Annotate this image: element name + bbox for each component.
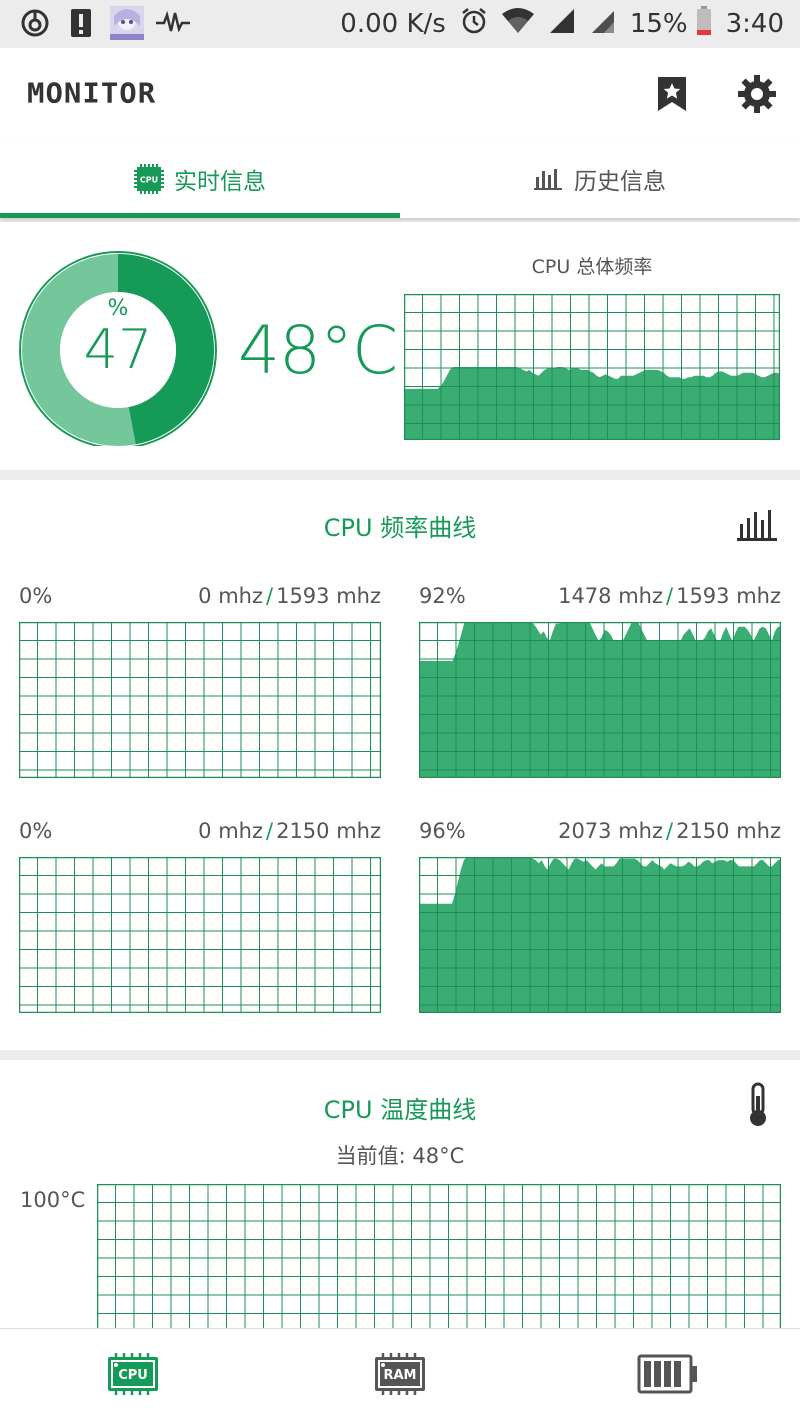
- core-max: 1593 mhz: [276, 584, 381, 608]
- chart-frame: [19, 622, 381, 778]
- temp-card: CPU 温度曲线 当前值: 48°C 100°C: [0, 1060, 800, 1330]
- separator: /: [266, 819, 274, 843]
- net-speed: 0.00 K/s: [340, 9, 446, 39]
- clock: 3:40: [725, 9, 784, 39]
- signal-icon: [548, 8, 576, 41]
- battery-percent: 15%: [629, 9, 688, 39]
- chart-frame: [97, 1184, 781, 1330]
- alert-icon: [64, 6, 98, 40]
- app-bar: MONITOR: [0, 48, 800, 140]
- core-current: 1478 mhz: [558, 584, 663, 608]
- bottom-nav: CPU RAM: [0, 1328, 800, 1422]
- active-tab-indicator: [0, 213, 400, 218]
- headphone-app-icon: [18, 6, 52, 40]
- battery-icon: [637, 1354, 697, 1394]
- core-max: 2150 mhz: [676, 819, 781, 843]
- series-area: [419, 857, 781, 1013]
- core-freq: 2073 mhz/2150 mhz: [520, 819, 781, 843]
- battery-icon: [696, 5, 712, 43]
- core-percent: 96%: [419, 819, 466, 843]
- ram-chip-icon: RAM: [375, 1353, 425, 1395]
- series-area: [419, 622, 781, 778]
- separator: /: [266, 584, 274, 608]
- svg-text:CPU: CPU: [140, 176, 158, 185]
- bar-chart-icon: [534, 167, 564, 191]
- wifi-icon: [501, 7, 534, 41]
- core-current: 0 mhz: [198, 584, 263, 608]
- current-temp-label: 当前值: 48°C: [335, 1144, 465, 1168]
- grid-lines: [19, 857, 381, 1013]
- core-current: 2073 mhz: [558, 819, 663, 843]
- total-freq-chart: [404, 294, 780, 440]
- temp-y-max-label: 100°C: [20, 1188, 86, 1212]
- separator: /: [666, 819, 674, 843]
- app-title: MONITOR: [27, 76, 157, 110]
- core-percent: 0%: [19, 584, 53, 608]
- core-freq: 0 mhz/1593 mhz: [160, 584, 381, 608]
- settings-gear-icon[interactable]: [733, 70, 781, 118]
- alarm-icon: [460, 7, 488, 42]
- core-percent: 0%: [19, 819, 53, 843]
- core-3-chart: [419, 857, 781, 1013]
- signal-icon-2: [590, 8, 616, 41]
- separator: /: [666, 584, 674, 608]
- temp-chart: [97, 1184, 781, 1330]
- grid-lines: [97, 1184, 781, 1330]
- thermometer-icon[interactable]: [745, 1082, 771, 1132]
- total-freq-title: CPU 总体频率: [531, 256, 653, 278]
- core-max: 2150 mhz: [276, 819, 381, 843]
- avatar-icon: [110, 6, 144, 40]
- cpu-chip-icon: CPU: [134, 164, 164, 194]
- nav-ram[interactable]: RAM: [371, 1353, 429, 1395]
- core-2-chart: [19, 857, 381, 1013]
- tab-bar: CPU 实时信息 历史信息: [0, 140, 800, 218]
- load-value: 47: [83, 318, 153, 381]
- overview-card: % 47 48°C CPU 总体频率: [0, 222, 800, 470]
- svg-text:CPU: CPU: [118, 1368, 148, 1383]
- bar-chart-icon[interactable]: [737, 508, 779, 546]
- pulse-icon: [156, 6, 190, 40]
- status-bar: 0.00 K/s 15% 3:40: [0, 0, 800, 48]
- chart-frame: [19, 857, 381, 1013]
- core-percent: 92%: [419, 584, 466, 608]
- temp-section-title: CPU 温度曲线: [323, 1096, 477, 1124]
- core-max: 1593 mhz: [676, 584, 781, 608]
- tab-realtime-label: 实时信息: [174, 169, 266, 195]
- core-1-chart: [419, 622, 781, 778]
- nav-cpu[interactable]: CPU: [104, 1353, 162, 1395]
- core-freq: 1478 mhz/1593 mhz: [520, 584, 781, 608]
- nav-battery[interactable]: [637, 1353, 699, 1395]
- cpu-temperature: 48°C: [238, 312, 398, 389]
- freq-section-title: CPU 频率曲线: [323, 514, 477, 542]
- bookmark-star-icon[interactable]: [648, 70, 696, 118]
- freq-card: CPU 频率曲线 0% 0 mhz/1593 mhz 92% 1478 mhz /…: [0, 480, 800, 1050]
- tab-history[interactable]: 历史信息: [400, 140, 800, 218]
- core-freq: 0 mhz/2150 mhz: [160, 819, 381, 843]
- svg-text:RAM: RAM: [383, 1368, 416, 1383]
- cpu-chip-icon: CPU: [108, 1353, 158, 1395]
- tab-realtime[interactable]: CPU 实时信息: [0, 140, 400, 218]
- core-0-chart: [19, 622, 381, 778]
- tab-history-label: 历史信息: [574, 169, 666, 195]
- grid-lines: [19, 622, 381, 778]
- series-area: [404, 367, 780, 440]
- core-current: 0 mhz: [198, 819, 263, 843]
